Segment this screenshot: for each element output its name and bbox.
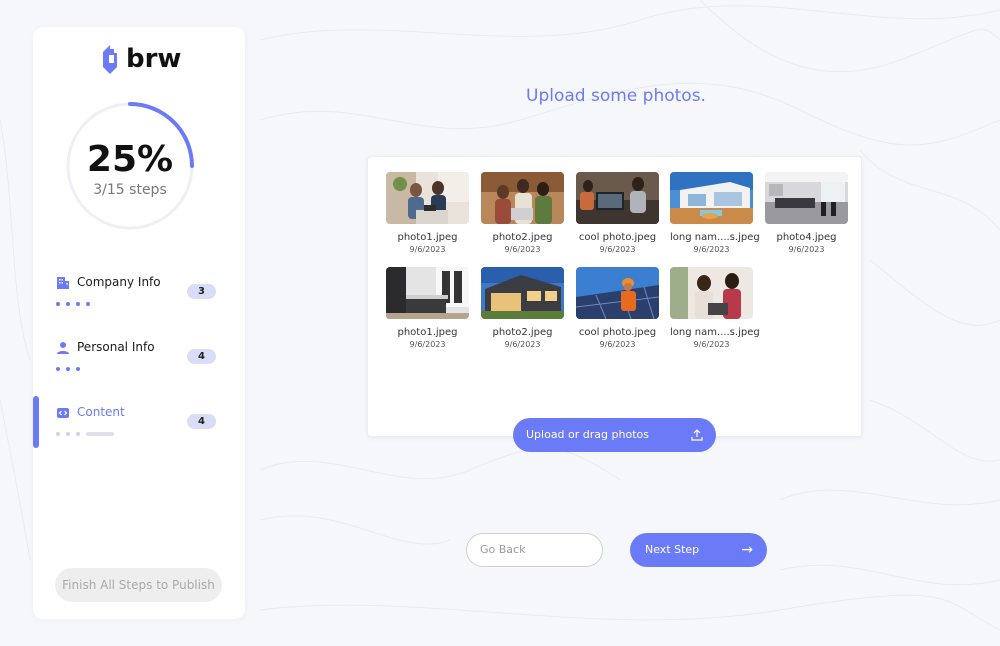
step-label: Content [77,405,125,419]
upload-icon [691,429,703,441]
photo-date: 9/6/2023 [599,245,636,254]
photo-thumbnail [386,267,469,319]
photo-thumbnail [481,267,564,319]
progress-steps: 3/15 steps [93,182,167,198]
photo-thumbnail [481,172,564,224]
upload-photos-button[interactable]: Upload or drag photos [513,418,716,452]
building-icon [57,277,69,289]
step-company-info[interactable]: Company Info 3 [33,275,245,330]
photo-name: photo1.jpeg [397,327,458,338]
photo-name: cool photo.jpeg [578,327,657,338]
photo-date: 9/6/2023 [504,245,541,254]
sidebar: brw 25% 3/15 steps Company Info 3 Person… [33,27,245,619]
step-label: Personal Info [77,340,155,354]
step-label: Company Info [77,275,161,289]
photo-date: 9/6/2023 [693,245,730,254]
step-progress-dots [56,367,80,371]
code-icon [57,408,69,418]
photo-thumbnail [765,172,848,224]
photo-thumbnail [386,172,469,224]
photo-thumbnail [576,172,659,224]
step-content[interactable]: Content 4 [33,405,245,460]
photo-grid-card: photo1.jpeg 9/6/2023 photo2.jpeg 9/6/202… [367,156,862,437]
photo-date: 9/6/2023 [693,340,730,349]
step-count-badge: 4 [187,414,216,429]
photo-date: 9/6/2023 [504,340,541,349]
photo-item[interactable]: cool photo.jpeg 9/6/2023 [576,172,659,262]
go-back-button[interactable]: Go Back [466,533,603,567]
photo-thumbnail [670,267,753,319]
step-progress-dots [56,302,90,306]
photo-item[interactable]: long nam....s.jpeg 9/6/2023 [670,172,760,262]
photo-date: 9/6/2023 [409,340,446,349]
user-icon [57,342,69,354]
step-progress-dots [56,432,114,436]
next-step-button[interactable]: Next Step → [630,533,767,567]
photo-name: long nam....s.jpeg [670,327,760,338]
photo-name: photo2.jpeg [492,327,553,338]
photo-item[interactable]: cool photo.jpeg 9/6/2023 [576,267,659,357]
photo-date: 9/6/2023 [409,245,446,254]
photo-date: 9/6/2023 [599,340,636,349]
logo-icon [103,45,117,74]
photo-item[interactable]: photo2.jpeg 9/6/2023 [481,172,564,262]
photo-date: 9/6/2023 [788,245,825,254]
photo-item[interactable]: photo1.jpeg 9/6/2023 [386,267,469,357]
page-title: Upload some photos. [526,86,706,106]
photo-item[interactable]: photo2.jpeg 9/6/2023 [481,267,564,357]
arrow-right-icon: → [741,542,753,558]
brand-name: brw [126,44,182,74]
photo-name: photo2.jpeg [492,232,553,243]
next-step-label: Next Step [645,543,700,556]
photo-item[interactable]: long nam....s.jpeg 9/6/2023 [670,267,760,357]
photo-name: photo4.jpeg [776,232,837,243]
step-personal-info[interactable]: Personal Info 4 [33,340,245,395]
step-count-badge: 3 [187,284,216,299]
photo-thumbnail [576,267,659,319]
photo-item[interactable]: photo4.jpeg 9/6/2023 [765,172,848,262]
photo-item[interactable]: photo1.jpeg 9/6/2023 [386,172,469,262]
brand-logo[interactable]: brw [101,43,181,75]
photo-name: long nam....s.jpeg [670,232,760,243]
progress-percent: 25% [86,139,174,180]
photo-name: photo1.jpeg [397,232,458,243]
finish-publish-button[interactable]: Finish All Steps to Publish [55,568,222,602]
photo-thumbnail [670,172,753,224]
step-count-badge: 4 [187,349,216,364]
photo-name: cool photo.jpeg [578,232,657,243]
upload-label: Upload or drag photos [526,428,649,441]
